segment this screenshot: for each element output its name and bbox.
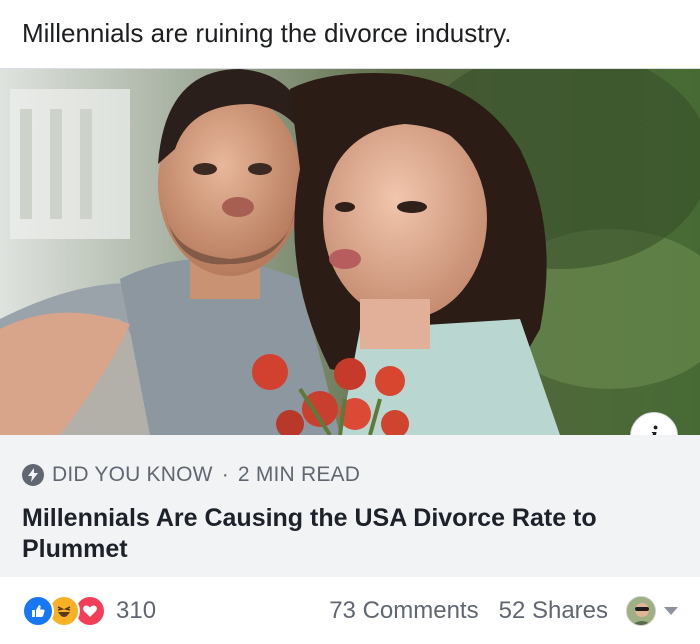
like-icon (22, 594, 54, 627)
lightning-bolt-icon (22, 464, 44, 486)
reaction-summary[interactable]: 310 (22, 594, 157, 627)
post-text: Millennials are ruining the divorce indu… (0, 0, 700, 68)
link-meta: DID YOU KNOW · 2 MIN READ (22, 463, 678, 487)
source-label: DID YOU KNOW (52, 463, 213, 486)
comments-link[interactable]: 73 Comments (329, 597, 478, 625)
reaction-count: 310 (116, 596, 157, 624)
link-headline[interactable]: Millennials Are Causing the USA Divorce … (22, 503, 678, 565)
link-preview-card[interactable]: i DID YOU KNOW · 2 MIN READ Millennials … (0, 68, 700, 578)
link-caption[interactable]: DID YOU KNOW · 2 MIN READ Millennials Ar… (0, 435, 700, 578)
read-time: 2 MIN READ (237, 463, 361, 486)
chevron-down-icon[interactable] (664, 606, 678, 615)
couple-selfie-photo (0, 69, 700, 435)
meta-separator: · (221, 463, 229, 486)
link-preview-image[interactable] (0, 69, 700, 435)
avatar[interactable] (626, 595, 656, 626)
post-footer: 310 73 Comments 52 Shares (0, 577, 700, 644)
shares-link[interactable]: 52 Shares (499, 597, 608, 625)
